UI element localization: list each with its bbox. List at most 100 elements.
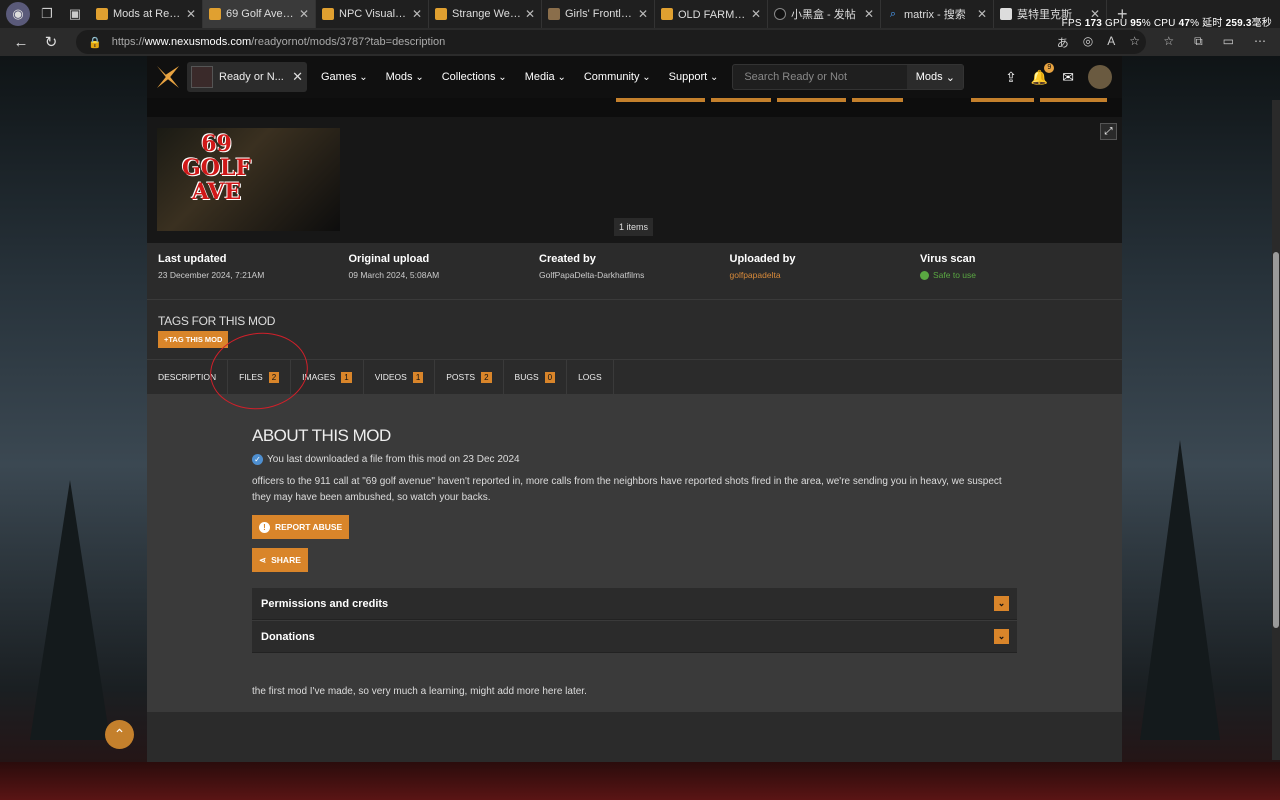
report-abuse-button[interactable]: ! REPORT ABUSE [252, 515, 350, 539]
close-tab-icon[interactable]: ✕ [299, 7, 309, 21]
tab-logs[interactable]: LOGS [567, 360, 614, 394]
fps-overlay: FPS 173 GPU 95% CPU 47% 延时 259.3毫秒 [1061, 18, 1272, 29]
site-header: Ready or N... ✕ Games Mods Collections Medi… [147, 56, 1122, 98]
favorites-icon[interactable]: ☆ [1163, 34, 1174, 49]
description-footer: the first mod I've made, so very much a … [252, 686, 587, 697]
menu-item-media[interactable]: Media [525, 71, 566, 83]
profile-avatar-icon[interactable]: ◉ [6, 2, 30, 26]
notification-badge: 9 [1044, 62, 1055, 73]
browser-tab-label: matrix - 搜索 [904, 9, 966, 21]
tag-this-mod-button[interactable]: + TAG THIS MOD [158, 331, 229, 348]
favicon-icon [548, 8, 560, 20]
extension-icon[interactable]: ◎ [1083, 34, 1093, 51]
favicon-icon [322, 8, 334, 20]
mod-description: officers to the 911 call at "69 golf ave… [252, 476, 1002, 503]
menu-item-games[interactable]: Games [321, 71, 368, 83]
url-field[interactable]: 🔒 https://www.nexusmods.com/readyornot/m… [76, 30, 1146, 54]
meta-last-updated: Last updated 23 December 2024, 7:21AM [147, 243, 338, 299]
meta-value: Safe to use [920, 270, 1089, 281]
permissions-accordion[interactable]: Permissions and credits ⌄ [252, 588, 1017, 620]
tab-videos[interactable]: VIDEOS 1 [364, 360, 436, 394]
tab-bugs[interactable]: BUGS 0 [504, 360, 568, 394]
chevron-down-icon: ⌄ [994, 629, 1009, 644]
browser-tab-label: NPC Visual overh [339, 8, 408, 20]
search-scope-select[interactable]: Mods ⌄ [907, 65, 964, 89]
close-tab-icon[interactable]: ✕ [186, 7, 196, 21]
workspaces-icon[interactable]: ❐ [36, 3, 58, 25]
upload-icon[interactable]: ⇪ [1005, 69, 1017, 86]
messages-icon[interactable]: ✉ [1062, 69, 1074, 86]
tab-count-badge: 0 [544, 371, 556, 383]
search-input[interactable]: Search Ready or Not Mods ⌄ [732, 64, 965, 90]
translate-icon[interactable]: あ [1057, 34, 1069, 51]
check-icon: ✓ [252, 454, 263, 465]
browser-tab[interactable]: Strange Weapon ✕ [429, 0, 542, 28]
menu-item-mods[interactable]: Mods [386, 71, 424, 83]
page-scrollbar[interactable] [1272, 100, 1280, 760]
description-panel: ABOUT THIS MOD ✓ You last downloaded a fi… [147, 394, 1122, 712]
scroll-to-top-button[interactable]: ⌃ [105, 720, 134, 749]
action-bar-remnant [147, 98, 1122, 117]
nexus-logo-icon[interactable] [157, 66, 179, 88]
browser-tab-label: 69 Golf Avenue · [226, 8, 295, 20]
tab-posts[interactable]: POSTS 2 [435, 360, 504, 394]
close-tab-icon[interactable]: ✕ [525, 7, 535, 21]
close-tab-icon[interactable]: ✕ [864, 7, 874, 21]
favicon-icon [661, 8, 673, 20]
mod-thumbnail[interactable]: 69 GOLF AVE [157, 128, 340, 231]
tab-count-badge: 1 [412, 371, 424, 383]
shield-check-icon [920, 271, 929, 281]
close-tab-icon[interactable]: ✕ [412, 7, 422, 21]
meta-value: GolfPapaDelta-Darkhatfilms [539, 270, 645, 280]
menu-item-support[interactable]: Support [669, 71, 719, 83]
lower-panel [147, 712, 1122, 762]
close-tab-icon[interactable]: ✕ [751, 7, 761, 21]
donations-accordion[interactable]: Donations ⌄ [252, 621, 1017, 653]
close-tab-icon[interactable]: ✕ [977, 7, 987, 21]
browser-tab[interactable]: Girls' Frontline 2 ✕ [542, 0, 655, 28]
favicon-icon [96, 8, 108, 20]
tab-actions-icon[interactable]: ▣ [64, 3, 86, 25]
url-actions: あ ◎ A ☆ [1057, 34, 1140, 51]
browser-tab[interactable]: 小黑盒 - 发帖 ✕ [768, 0, 881, 28]
close-tab-icon[interactable]: ✕ [638, 7, 648, 21]
game-selector[interactable]: Ready or N... ✕ [187, 62, 307, 92]
split-screen-icon[interactable]: ▭ [1223, 34, 1234, 49]
collections-icon[interactable]: ⧉ [1194, 34, 1203, 49]
meta-value[interactable]: golfpapadelta [730, 270, 899, 280]
favicon-icon: ⌕ [889, 8, 897, 20]
notifications-bell-icon[interactable]: 🔔 9 [1031, 62, 1055, 86]
more-menu-icon[interactable]: ⋯ [1254, 34, 1266, 49]
tags-title: TAGS FOR THIS MOD [158, 314, 276, 328]
browser-tab[interactable]: OLD FARM (20 ✕ [655, 0, 768, 28]
favicon-icon [774, 8, 786, 20]
browser-tab-label: Strange Weapon [452, 8, 521, 20]
avatar[interactable] [1088, 65, 1112, 89]
main-menu: Games Mods Collections Media Community Suppor… [321, 71, 718, 83]
read-aloud-icon[interactable]: A [1107, 34, 1115, 51]
mod-metadata: Last updated 23 December 2024, 7:21AM Orig… [147, 243, 1122, 299]
browser-tab[interactable]: ⌕ matrix - 搜索 ✕ [881, 0, 994, 28]
browser-tab[interactable]: Mods at Ready o ✕ [90, 0, 203, 28]
download-note: ✓ You last downloaded a file from this mo… [252, 454, 520, 465]
alert-icon: ! [259, 521, 270, 533]
browser-tab[interactable]: NPC Visual overh ✕ [316, 0, 429, 28]
favorite-star-icon[interactable]: ☆ [1129, 34, 1140, 51]
tab-count-badge: 1 [341, 371, 352, 383]
lock-icon: 🔒 [88, 36, 102, 49]
tab-count-badge: 2 [481, 371, 492, 383]
site-container: Ready or N... ✕ Games Mods Collections Medi… [147, 56, 1122, 762]
back-icon[interactable]: ← [6, 34, 36, 51]
browser-tab[interactable]: 69 Golf Avenue · ✕ [203, 0, 316, 28]
fullscreen-icon[interactable]: ⤢ [1100, 123, 1117, 140]
close-icon[interactable]: ✕ [292, 69, 303, 85]
address-bar-row: ← ↻ 🔒 https://www.nexusmods.com/readyorn… [0, 28, 1280, 56]
menu-item-collections[interactable]: Collections [442, 71, 507, 83]
refresh-icon[interactable]: ↻ [36, 33, 66, 51]
share-button[interactable]: ⋖ SHARE [252, 548, 308, 572]
media-gallery: 69 GOLF AVE 1 items ⤢ [147, 117, 1122, 243]
meta-label: Uploaded by [729, 253, 796, 265]
menu-item-community[interactable]: Community [584, 71, 651, 83]
browser-tab-strip: ◉ ❐ ▣ Mods at Ready o✕69 Golf Avenue ·✕N… [0, 0, 1280, 29]
meta-label: Created by [539, 253, 596, 265]
